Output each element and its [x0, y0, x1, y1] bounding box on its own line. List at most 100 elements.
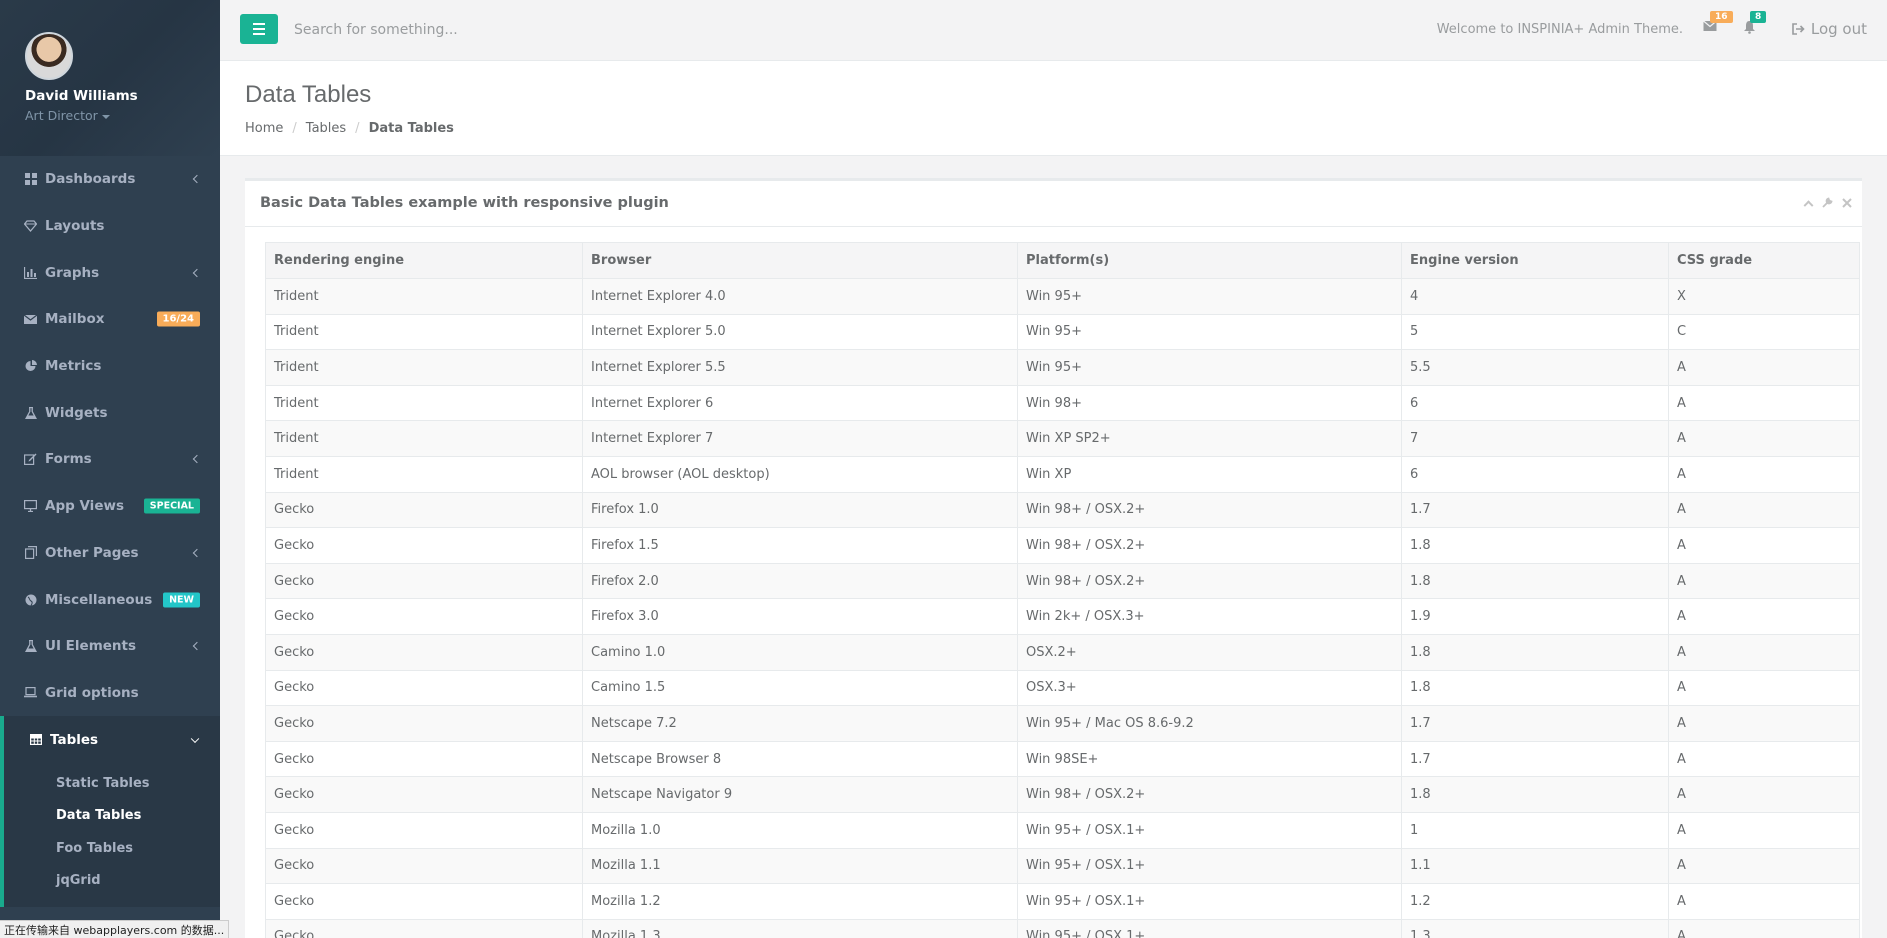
table-row[interactable]: Gecko Mozilla 1.0 Win 95+ / OSX.1+ 1 A: [265, 811, 1860, 849]
files-icon: [24, 546, 37, 560]
sidebar-item-metrics[interactable]: Metrics: [0, 343, 220, 390]
sidebar-item-app-views[interactable]: App Views SPECIAL: [0, 483, 220, 530]
column-header[interactable]: CSS grade: [1668, 242, 1860, 279]
table-row[interactable]: Trident Internet Explorer 5.0 Win 95+ 5 C: [265, 313, 1860, 351]
table-cell: Win 95+ / OSX.1+: [1017, 811, 1402, 849]
table-cell: Win 98SE+: [1017, 740, 1402, 778]
profile-name[interactable]: David Williams: [25, 88, 220, 104]
sidebar-item-grid-options[interactable]: Grid options: [0, 670, 220, 717]
chevron-left-icon: [192, 548, 202, 558]
menu-toggle-button[interactable]: [240, 14, 278, 44]
table-row[interactable]: Gecko Mozilla 1.2 Win 95+ / OSX.1+ 1.2 A: [265, 883, 1860, 920]
table-cell: A: [1668, 776, 1860, 813]
table-row[interactable]: Gecko Firefox 3.0 Win 2k+ / OSX.3+ 1.9 A: [265, 598, 1860, 635]
table-row[interactable]: Gecko Firefox 1.0 Win 98+ / OSX.2+ 1.7 A: [265, 491, 1860, 529]
settings-button[interactable]: [1822, 197, 1833, 208]
table-cell: Gecko: [265, 883, 583, 920]
breadcrumb-separator: /: [292, 121, 297, 136]
profile-role-dropdown[interactable]: Art Director: [25, 108, 220, 123]
sidebar-subitem-static-tables[interactable]: Static Tables: [4, 767, 220, 800]
avatar[interactable]: [25, 32, 73, 80]
table-cell: A: [1668, 562, 1860, 600]
table-cell: 6: [1401, 384, 1669, 422]
sidebar: David Williams Art Director Dashboards La…: [0, 0, 220, 938]
sidebar-item-other-pages[interactable]: Other Pages: [0, 530, 220, 577]
table-row[interactable]: Gecko Mozilla 1.3 Win 95+ / OSX.1+ 1.3 A: [265, 918, 1860, 938]
table-row[interactable]: Trident Internet Explorer 5.5 Win 95+ 5.5 A: [265, 349, 1860, 386]
sidebar-item-miscellaneous[interactable]: Miscellaneous NEW: [0, 576, 220, 623]
table-cell: Win 98+ / OSX.2+: [1017, 776, 1402, 813]
alerts-button[interactable]: 8: [1743, 11, 1767, 36]
globe-icon: [24, 593, 37, 606]
table-cell: OSX.3+: [1017, 669, 1402, 707]
sidebar-item-graphs[interactable]: Graphs: [0, 249, 220, 296]
column-header[interactable]: Rendering engine: [265, 242, 583, 279]
table-cell: A: [1668, 883, 1860, 920]
profile-role: Art Director: [25, 108, 98, 123]
table-row[interactable]: Gecko Firefox 2.0 Win 98+ / OSX.2+ 1.8 A: [265, 562, 1860, 600]
sidebar-subitem-data-tables[interactable]: Data Tables: [4, 799, 220, 832]
table-cell: A: [1668, 669, 1860, 707]
table-cell: Gecko: [265, 918, 583, 938]
breadcrumb-separator: /: [355, 121, 360, 136]
table-cell: Gecko: [265, 776, 583, 813]
sidebar-item-label: Widgets: [45, 404, 108, 421]
table-row[interactable]: Trident Internet Explorer 6 Win 98+ 6 A: [265, 384, 1860, 422]
search-input[interactable]: [294, 14, 694, 46]
table-row[interactable]: Trident Internet Explorer 7 Win XP SP2+ 7 A: [265, 420, 1860, 457]
table-cell: Trident: [265, 384, 583, 422]
flask-icon: [24, 640, 37, 653]
table-row[interactable]: Gecko Firefox 1.5 Win 98+ / OSX.2+ 1.8 A: [265, 527, 1860, 564]
breadcrumb-home[interactable]: Home: [245, 121, 283, 136]
table-cell: Gecko: [265, 491, 583, 529]
close-icon: [1841, 197, 1852, 208]
sidebar-item-ui-elements[interactable]: UI Elements: [0, 623, 220, 670]
table-row[interactable]: Gecko Netscape 7.2 Win 95+ / Mac OS 8.6-9.…: [265, 705, 1860, 742]
panel-content: Rendering engine Browser Platform(s) Engine…: [245, 227, 1862, 938]
close-button[interactable]: [1841, 197, 1852, 208]
table-cell: Gecko: [265, 633, 583, 671]
sidebar-item-label: UI Elements: [45, 638, 137, 655]
table-cell: Gecko: [265, 562, 583, 600]
chevron-left-icon: [192, 455, 202, 464]
table-cell: Internet Explorer 5.5: [582, 349, 1018, 386]
table-cell: 1.7: [1401, 491, 1669, 529]
table-cell: Win 98+ / OSX.2+: [1017, 562, 1402, 600]
table-cell: Firefox 2.0: [582, 562, 1018, 600]
sidebar-item-widgets[interactable]: Widgets: [0, 389, 220, 436]
column-header[interactable]: Engine version: [1401, 242, 1669, 279]
chevron-left-icon: [192, 268, 202, 277]
sidebar-item-label: Metrics: [45, 358, 102, 375]
hamburger-icon-line: [253, 33, 265, 35]
sidebar-item-tables[interactable]: Tables: [0, 716, 220, 763]
table-cell: Win 95+: [1017, 349, 1402, 386]
sidebar-item-mailbox[interactable]: Mailbox 16/24: [0, 296, 220, 343]
collapse-button[interactable]: [1803, 197, 1814, 211]
hamburger-icon: [253, 23, 265, 25]
logout-link[interactable]: Log out: [1792, 20, 1867, 38]
sidebar-item-dashboards[interactable]: Dashboards: [0, 156, 220, 203]
messages-button[interactable]: 16: [1703, 11, 1733, 36]
table-cell: OSX.2+: [1017, 633, 1402, 671]
table-row[interactable]: Trident AOL browser (AOL desktop) Win XP 6 A: [265, 455, 1860, 493]
sidebar-item-layouts[interactable]: Layouts: [0, 203, 220, 250]
table-cell: Internet Explorer 4.0: [582, 278, 1018, 315]
table-row[interactable]: Gecko Netscape Browser 8 Win 98SE+ 1.7 A: [265, 740, 1860, 778]
table-row[interactable]: Gecko Mozilla 1.1 Win 95+ / OSX.1+ 1.1 A: [265, 847, 1860, 885]
sidebar-item-forms[interactable]: Forms: [0, 436, 220, 483]
column-header[interactable]: Platform(s): [1017, 242, 1402, 279]
table-cell: A: [1668, 633, 1860, 671]
table-row[interactable]: Gecko Netscape Navigator 9 Win 98+ / OSX.2…: [265, 776, 1860, 813]
table-cell: Win XP SP2+: [1017, 420, 1402, 457]
sidebar-subitem-foo-tables[interactable]: Foo Tables: [4, 832, 220, 865]
column-header[interactable]: Browser: [582, 242, 1018, 279]
table-row[interactable]: Gecko Camino 1.5 OSX.3+ 1.8 A: [265, 669, 1860, 707]
table-row[interactable]: Gecko Camino 1.0 OSX.2+ 1.8 A: [265, 633, 1860, 671]
table-cell: 1.8: [1401, 633, 1669, 671]
sidebar-subitem-jqgrid[interactable]: jqGrid: [4, 864, 220, 897]
table-cell: Win 95+: [1017, 278, 1402, 315]
table-row[interactable]: Trident Internet Explorer 4.0 Win 95+ 4 X: [265, 278, 1860, 315]
breadcrumb-tables[interactable]: Tables: [306, 121, 346, 136]
table-cell: 6: [1401, 455, 1669, 493]
table-cell: 1.2: [1401, 883, 1669, 920]
